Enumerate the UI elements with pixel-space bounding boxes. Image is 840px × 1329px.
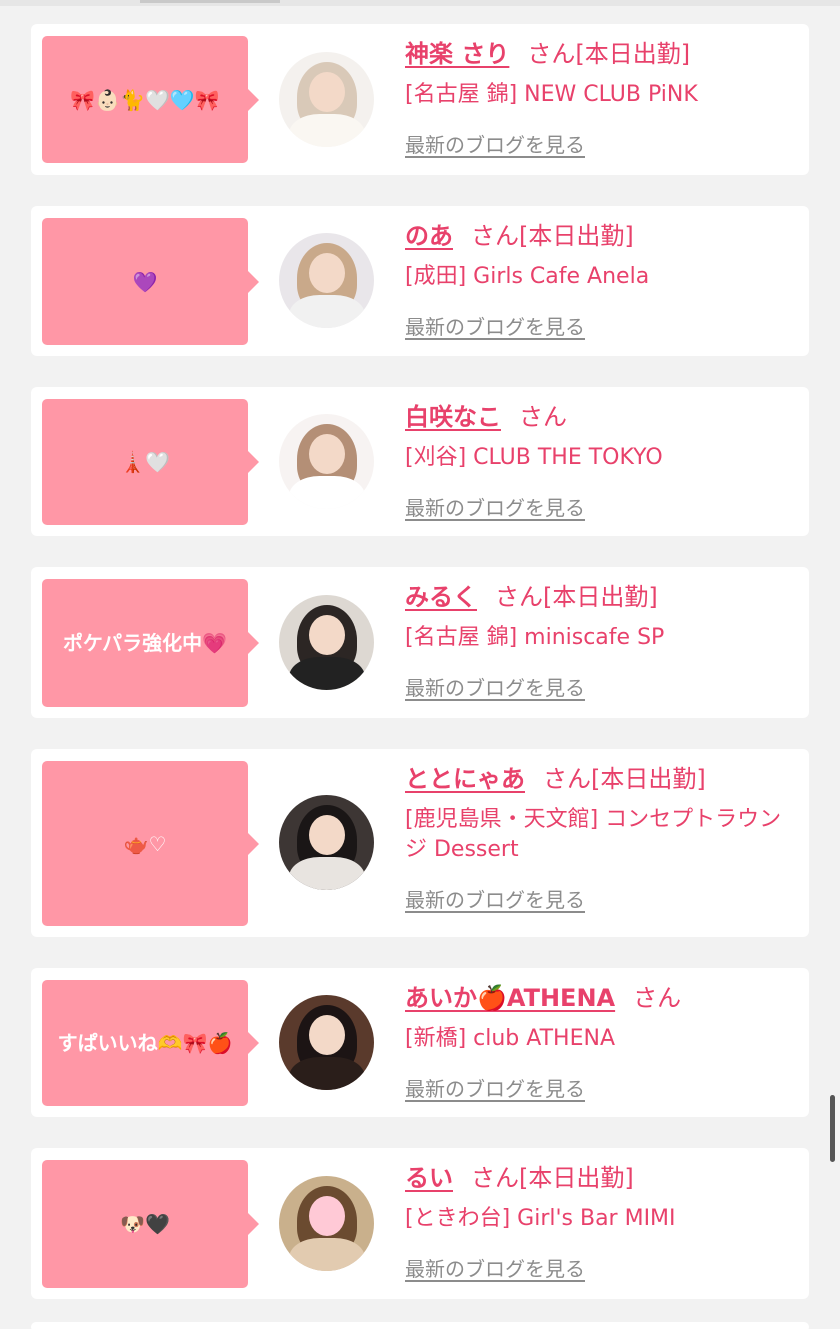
- shop-name: [新橋] club ATHENA: [405, 1026, 615, 1051]
- honorific: さん: [633, 984, 682, 1012]
- message-bubble: ポケパラ強化中💗: [42, 579, 259, 707]
- blog-link[interactable]: 最新のブログを見る: [405, 1073, 585, 1102]
- shop-name: [ときわ台] Girl's Bar MIMI: [405, 1206, 676, 1231]
- cast-card: ポケパラ強化中💗 みるく さん[本日出勤] [名古屋 錦] miniscafe S…: [31, 567, 809, 718]
- status-badge: [本日出勤]: [591, 765, 706, 793]
- blog-link[interactable]: 最新のブログを見る: [405, 1253, 585, 1282]
- honorific: さん: [519, 403, 567, 431]
- shop-name: [名古屋 錦] miniscafe SP: [405, 625, 665, 650]
- honorific: さん: [471, 1164, 519, 1192]
- blog-link[interactable]: 最新のブログを見る: [405, 884, 585, 913]
- blog-link[interactable]: 最新のブログを見る: [405, 129, 585, 158]
- avatar[interactable]: [279, 414, 374, 509]
- avatar[interactable]: [279, 995, 374, 1090]
- honorific: さん: [495, 583, 543, 611]
- shop-name: [刈谷] CLUB THE TOKYO: [405, 445, 663, 470]
- avatar[interactable]: [279, 795, 374, 890]
- cast-name-link[interactable]: るい: [405, 1164, 453, 1192]
- shop-name: [名古屋 錦] NEW CLUB PiNK: [405, 82, 698, 107]
- message-bubble: 🫖♡: [42, 761, 259, 926]
- cast-name-link[interactable]: のあ: [405, 222, 453, 250]
- cast-card: 💜 のあ さん[本日出勤] [成田] Girls Cafe Anela 最新のブロ…: [31, 206, 809, 356]
- cast-card: 🗼🤍 白咲なこ さん [刈谷] CLUB THE TOKYO 最新のブログを見る: [31, 387, 809, 536]
- cast-name-link[interactable]: あいか🍎ATHENA: [405, 984, 615, 1012]
- avatar[interactable]: [279, 595, 374, 690]
- status-badge: [本日出勤]: [519, 1164, 634, 1192]
- message-bubble: 🗼🤍: [42, 399, 259, 525]
- scrollbar[interactable]: [830, 1095, 835, 1162]
- cast-info: あいか🍎ATHENA さん [新橋] club ATHENA 最新のブログを見る: [405, 982, 801, 1102]
- avatar[interactable]: [279, 233, 374, 328]
- message-bubble: すぱいいね🫶🎀🍎: [42, 980, 259, 1106]
- message-bubble: 🐶🖤: [42, 1160, 259, 1288]
- cast-info: るい さん[本日出勤] [ときわ台] Girl's Bar MIMI 最新のブログ…: [405, 1162, 801, 1282]
- cast-name-link[interactable]: みるく: [405, 583, 477, 611]
- cast-info: 神楽 さり さん[本日出勤] [名古屋 錦] NEW CLUB PiNK 最新のブ…: [405, 38, 801, 158]
- shop-name: [成田] Girls Cafe Anela: [405, 264, 650, 289]
- status-badge: [本日出勤]: [519, 222, 634, 250]
- cast-info: 白咲なこ さん [刈谷] CLUB THE TOKYO 最新のブログを見る: [405, 401, 801, 521]
- honorific: さん: [543, 765, 591, 793]
- status-badge: [本日出勤]: [575, 40, 691, 68]
- message-bubble: 💜: [42, 218, 259, 345]
- cast-card: 🫖♡ ととにゃあ さん[本日出勤] [鹿児島県・天文館] コンセプトラウンジ De…: [31, 749, 809, 937]
- cast-card: 🐶🖤 るい さん[本日出勤] [ときわ台] Girl's Bar MIMI 最新の…: [31, 1148, 809, 1299]
- blog-link[interactable]: 最新のブログを見る: [405, 311, 585, 340]
- status-badge: [本日出勤]: [543, 583, 658, 611]
- top-scroll-thumb: [140, 0, 280, 3]
- cast-name-link[interactable]: 神楽 さり: [405, 40, 509, 68]
- blog-link[interactable]: 最新のブログを見る: [405, 672, 585, 701]
- cast-info: のあ さん[本日出勤] [成田] Girls Cafe Anela 最新のブログを…: [405, 220, 801, 340]
- blog-link[interactable]: 最新のブログを見る: [405, 492, 585, 521]
- avatar[interactable]: [279, 1176, 374, 1271]
- cast-name-link[interactable]: ととにゃあ: [405, 765, 525, 793]
- cast-info: みるく さん[本日出勤] [名古屋 錦] miniscafe SP 最新のブログを…: [405, 581, 801, 701]
- honorific: さん: [471, 222, 519, 250]
- top-scroll-indicator: [0, 0, 840, 6]
- cast-list: 🎀👶🏻🐈🤍🩵🎀 神楽 さり さん[本日出勤] [名古屋 錦] NEW CLUB P…: [31, 24, 809, 1329]
- message-bubble: 🎀👶🏻🐈🤍🩵🎀: [42, 36, 259, 163]
- cast-info: ととにゃあ さん[本日出勤] [鹿児島県・天文館] コンセプトラウンジ Desse…: [405, 763, 801, 913]
- avatar[interactable]: [279, 52, 374, 147]
- honorific: さん: [527, 40, 576, 68]
- cast-card-partial: [31, 1322, 809, 1329]
- shop-name: [鹿児島県・天文館] コンセプトラウンジ Dessert: [405, 807, 782, 862]
- cast-name-link[interactable]: 白咲なこ: [405, 403, 501, 431]
- cast-card: すぱいいね🫶🎀🍎 あいか🍎ATHENA さん [新橋] club ATHENA 最…: [31, 968, 809, 1117]
- cast-card: 🎀👶🏻🐈🤍🩵🎀 神楽 さり さん[本日出勤] [名古屋 錦] NEW CLUB P…: [31, 24, 809, 175]
